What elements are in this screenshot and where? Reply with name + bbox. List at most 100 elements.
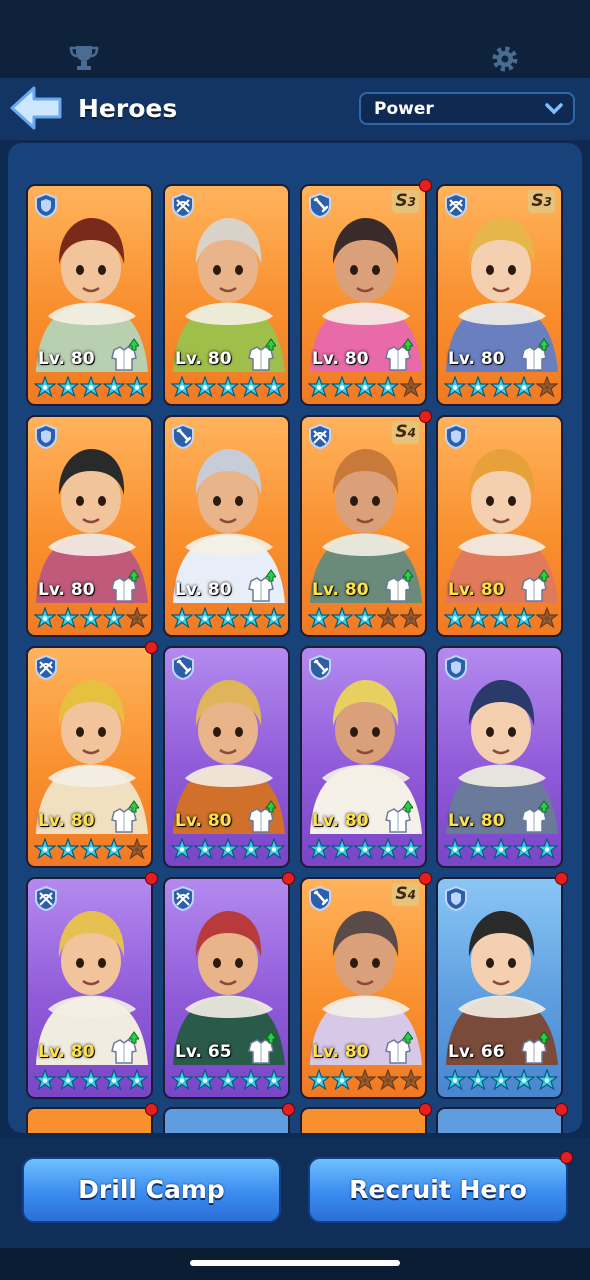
back-arrow-icon[interactable] — [8, 84, 64, 132]
star-filled-icon — [308, 838, 330, 860]
star-filled-icon — [444, 376, 466, 398]
home-indicator[interactable] — [190, 1260, 400, 1266]
star-filled-icon — [240, 1069, 262, 1091]
star-filled-icon — [331, 607, 353, 629]
hero-card[interactable]: Lv. 80 — [26, 184, 153, 406]
hero-card[interactable]: Lv. 80 — [163, 184, 290, 406]
grade-badge: S4 — [392, 421, 419, 444]
sword-icon — [172, 423, 194, 449]
star-rating — [444, 838, 559, 862]
grade-number: 3 — [407, 195, 416, 209]
top-bar — [0, 0, 590, 78]
star-empty-icon — [400, 607, 422, 629]
star-filled-icon — [217, 376, 239, 398]
hero-level: Lv. 80 — [38, 580, 95, 600]
star-empty-icon — [400, 376, 422, 398]
star-filled-icon — [80, 607, 102, 629]
drill-camp-button[interactable]: Drill Camp — [22, 1157, 281, 1223]
hero-card[interactable]: Lv. 80 — [26, 877, 153, 1099]
gear-upgrade-icon — [521, 338, 549, 371]
hero-card[interactable]: Lv. 66 — [436, 877, 563, 1099]
hero-card[interactable]: Lv. 80 — [26, 646, 153, 868]
hero-card[interactable]: Lv. 80 — [163, 646, 290, 868]
star-filled-icon — [126, 376, 148, 398]
hero-level: Lv. 80 — [38, 349, 95, 369]
star-filled-icon — [377, 838, 399, 860]
star-empty-icon — [536, 376, 558, 398]
star-filled-icon — [103, 838, 125, 860]
notification-dot — [419, 179, 432, 192]
gear-icon[interactable] — [490, 44, 520, 74]
star-empty-icon — [377, 1069, 399, 1091]
hero-card-partial[interactable] — [300, 1107, 427, 1133]
star-filled-icon — [263, 607, 285, 629]
sword-icon — [309, 885, 331, 911]
hero-card-partial[interactable] — [26, 1107, 153, 1133]
sort-label: Power — [374, 99, 434, 119]
hero-level: Lv. 80 — [175, 349, 232, 369]
hero-card-partial[interactable] — [436, 1107, 563, 1133]
gear-upgrade-icon — [385, 800, 413, 833]
hero-card[interactable]: Lv. 80 — [300, 646, 427, 868]
hero-card[interactable]: Lv. 80 — [26, 415, 153, 637]
grade-letter: S — [395, 422, 408, 442]
star-filled-icon — [34, 376, 56, 398]
notification-dot — [145, 872, 158, 885]
star-rating — [171, 838, 286, 862]
star-filled-icon — [171, 838, 193, 860]
hero-card[interactable]: Lv. 65 — [163, 877, 290, 1099]
star-filled-icon — [331, 1069, 353, 1091]
star-filled-icon — [513, 607, 535, 629]
hero-level: Lv. 80 — [38, 811, 95, 831]
notification-dot — [555, 872, 568, 885]
hero-card[interactable]: Lv. 80 — [436, 646, 563, 868]
notification-dot — [419, 410, 432, 423]
grade-letter: S — [395, 191, 408, 211]
star-filled-icon — [263, 838, 285, 860]
star-empty-icon — [126, 607, 148, 629]
hero-card[interactable]: Lv. 80 — [436, 415, 563, 637]
hero-level: Lv. 80 — [448, 811, 505, 831]
star-filled-icon — [331, 838, 353, 860]
star-rating — [444, 376, 559, 400]
star-rating — [171, 1069, 286, 1093]
hero-card-partial[interactable] — [163, 1107, 290, 1133]
star-filled-icon — [240, 607, 262, 629]
hero-level: Lv. 80 — [38, 1042, 95, 1062]
hero-card[interactable]: S3 Lv. 80 — [436, 184, 563, 406]
star-filled-icon — [490, 1069, 512, 1091]
notification-dot — [145, 641, 158, 654]
hero-level: Lv. 66 — [448, 1042, 505, 1062]
star-filled-icon — [536, 1069, 558, 1091]
hero-level: Lv. 80 — [175, 580, 232, 600]
sort-dropdown[interactable]: Power — [359, 92, 575, 125]
trophy-icon[interactable] — [68, 42, 100, 74]
star-filled-icon — [444, 607, 466, 629]
star-rating — [171, 376, 286, 400]
hero-card[interactable]: Lv. 80 — [163, 415, 290, 637]
star-filled-icon — [126, 1069, 148, 1091]
recruit-hero-button[interactable]: Recruit Hero — [308, 1157, 568, 1223]
star-empty-icon — [126, 838, 148, 860]
shield-icon — [445, 423, 467, 449]
sword-icon — [309, 654, 331, 680]
star-filled-icon — [34, 838, 56, 860]
gear-upgrade-icon — [521, 800, 549, 833]
star-filled-icon — [103, 376, 125, 398]
chevron-down-icon — [545, 103, 563, 115]
notification-dot — [282, 1103, 295, 1116]
star-filled-icon — [217, 607, 239, 629]
hero-level: Lv. 80 — [312, 349, 369, 369]
star-filled-icon — [103, 1069, 125, 1091]
star-filled-icon — [308, 376, 330, 398]
star-filled-icon — [194, 1069, 216, 1091]
hero-card[interactable]: S4 Lv. 80 — [300, 877, 427, 1099]
sword-icon — [172, 654, 194, 680]
hero-card[interactable]: S4 Lv. 80 — [300, 415, 427, 637]
grade-number: 4 — [407, 426, 416, 440]
grade-badge: S3 — [392, 190, 419, 213]
star-filled-icon — [171, 607, 193, 629]
star-filled-icon — [57, 607, 79, 629]
hero-card[interactable]: S3 Lv. 80 — [300, 184, 427, 406]
star-filled-icon — [377, 376, 399, 398]
